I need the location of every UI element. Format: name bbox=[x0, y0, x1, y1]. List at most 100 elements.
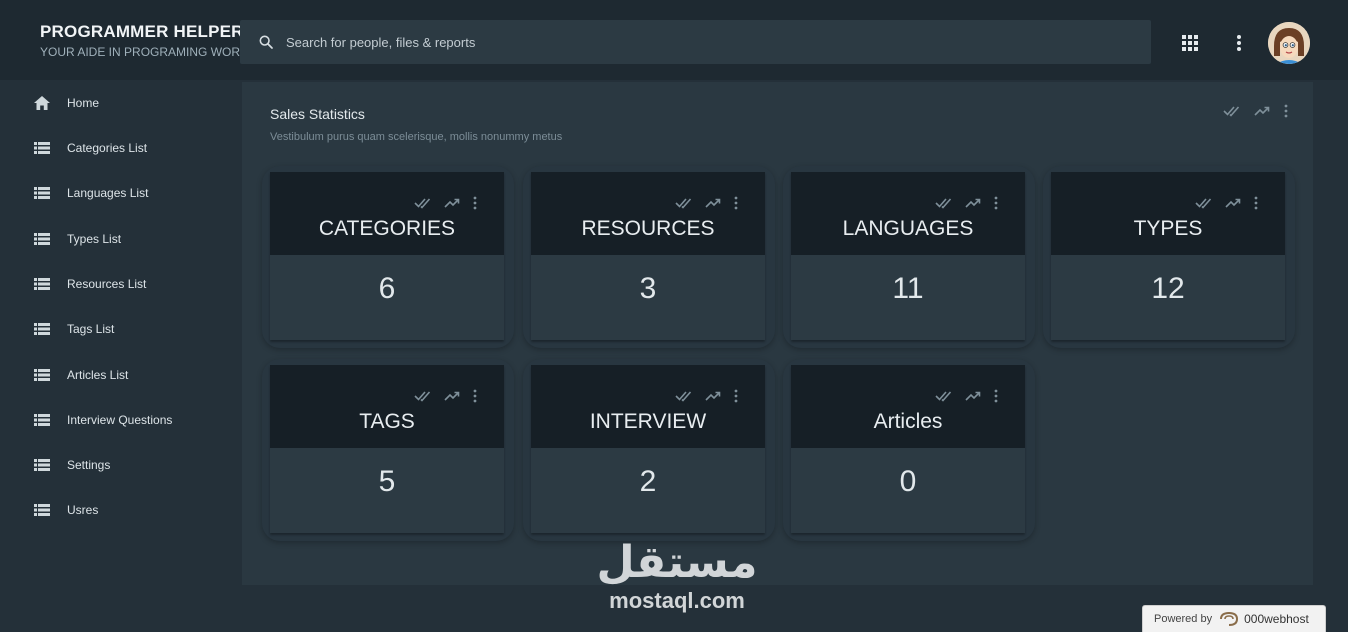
avatar[interactable] bbox=[1268, 22, 1310, 64]
more-vert-icon[interactable] bbox=[1283, 104, 1289, 118]
card-body: RESOURCES 3 bbox=[531, 172, 765, 340]
card-title: Articles bbox=[873, 410, 943, 433]
more-vert-icon[interactable] bbox=[993, 196, 999, 210]
stat-card-articles[interactable]: Articles 0 bbox=[783, 359, 1035, 541]
more-vert-icon[interactable] bbox=[733, 389, 739, 403]
card-body: TAGS 5 bbox=[270, 365, 504, 533]
list-icon bbox=[34, 369, 50, 381]
brand-subtitle: YOUR AIDE IN PROGRAMING WORLD bbox=[40, 45, 256, 59]
done-all-icon[interactable] bbox=[935, 390, 953, 402]
card-value: 12 bbox=[1151, 272, 1185, 305]
done-all-icon[interactable] bbox=[935, 197, 953, 209]
card-header: TYPES bbox=[1051, 172, 1285, 255]
card-value: 3 bbox=[639, 272, 657, 305]
done-all-icon[interactable] bbox=[675, 390, 693, 402]
done-all-icon[interactable] bbox=[1195, 197, 1213, 209]
more-vert-icon[interactable] bbox=[472, 196, 478, 210]
top-bar: PROGRAMMER HELPER YOUR AIDE IN PROGRAMIN… bbox=[0, 0, 1348, 80]
card-value: 11 bbox=[892, 272, 924, 305]
sidebar-item-categories[interactable]: Categories List bbox=[0, 130, 240, 166]
sales-statistics-panel: Sales Statistics Vestibulum purus quam s… bbox=[242, 82, 1313, 585]
sidebar-item-resources[interactable]: Resources List bbox=[0, 266, 240, 302]
more-vert-icon[interactable] bbox=[1231, 34, 1247, 52]
card-value: 6 bbox=[378, 272, 396, 305]
powered-by-label: Powered by bbox=[1154, 613, 1213, 625]
sidebar-item-label: Settings bbox=[67, 458, 111, 472]
card-actions bbox=[935, 196, 999, 210]
watermark-arabic: مستقل bbox=[596, 537, 758, 588]
apps-grid-icon[interactable] bbox=[1182, 35, 1198, 51]
trending-up-icon[interactable] bbox=[444, 390, 460, 402]
sidebar-item-label: Resources List bbox=[67, 277, 147, 291]
card-header: CATEGORIES bbox=[270, 172, 504, 255]
host-logo-icon bbox=[1220, 611, 1239, 626]
search-input[interactable] bbox=[286, 34, 1106, 50]
sidebar-item-label: Tags List bbox=[67, 322, 115, 336]
stat-card-resources[interactable]: RESOURCES 3 bbox=[523, 166, 775, 348]
stat-card-interview[interactable]: INTERVIEW 2 bbox=[523, 359, 775, 541]
card-title: RESOURCES bbox=[581, 217, 715, 240]
sidebar: Home Categories List Languages List Type… bbox=[0, 80, 240, 632]
sidebar-item-label: Home bbox=[67, 96, 100, 110]
card-actions bbox=[675, 389, 739, 403]
list-icon bbox=[34, 323, 50, 335]
sidebar-item-tags[interactable]: Tags List bbox=[0, 311, 240, 347]
sidebar-item-label: Articles List bbox=[67, 368, 129, 382]
sidebar-item-interview-questions[interactable]: Interview Questions bbox=[0, 402, 240, 438]
sidebar-item-users[interactable]: Usres bbox=[0, 492, 240, 528]
card-body: LANGUAGES 11 bbox=[791, 172, 1025, 340]
trending-up-icon[interactable] bbox=[1254, 105, 1270, 117]
done-all-icon[interactable] bbox=[414, 197, 432, 209]
trending-up-icon[interactable] bbox=[705, 197, 721, 209]
sidebar-item-languages[interactable]: Languages List bbox=[0, 175, 240, 211]
stat-card-types[interactable]: TYPES 12 bbox=[1043, 166, 1295, 348]
sidebar-item-label: Languages List bbox=[67, 186, 149, 200]
more-vert-icon[interactable] bbox=[733, 196, 739, 210]
trending-up-icon[interactable] bbox=[965, 197, 981, 209]
card-actions bbox=[414, 389, 478, 403]
list-icon bbox=[34, 459, 50, 471]
card-title: CATEGORIES bbox=[318, 217, 456, 240]
sidebar-item-types[interactable]: Types List bbox=[0, 221, 240, 257]
list-icon bbox=[34, 187, 50, 199]
card-header: LANGUAGES bbox=[791, 172, 1025, 255]
more-vert-icon[interactable] bbox=[472, 389, 478, 403]
trending-up-icon[interactable] bbox=[1225, 197, 1241, 209]
list-icon bbox=[34, 504, 50, 516]
list-icon bbox=[34, 233, 50, 245]
done-all-icon[interactable] bbox=[675, 197, 693, 209]
card-title: INTERVIEW bbox=[589, 410, 707, 433]
panel-title: Sales Statistics bbox=[270, 106, 365, 122]
card-header: RESOURCES bbox=[531, 172, 765, 255]
stat-card-tags[interactable]: TAGS 5 bbox=[262, 359, 514, 541]
more-vert-icon[interactable] bbox=[993, 389, 999, 403]
trending-up-icon[interactable] bbox=[444, 197, 460, 209]
more-vert-icon[interactable] bbox=[1253, 196, 1259, 210]
avatar-icon bbox=[1268, 22, 1310, 64]
stat-card-categories[interactable]: CATEGORIES 6 bbox=[262, 166, 514, 348]
done-all-icon[interactable] bbox=[1223, 105, 1241, 117]
watermark-latin: mostaql.com bbox=[609, 588, 745, 613]
powered-by-badge[interactable]: Powered by 000webhost bbox=[1142, 605, 1326, 632]
done-all-icon[interactable] bbox=[414, 390, 432, 402]
card-body: TYPES 12 bbox=[1051, 172, 1285, 340]
list-icon bbox=[34, 278, 50, 290]
watermark: مستقل mostaql.com bbox=[592, 540, 762, 614]
sidebar-item-home[interactable]: Home bbox=[0, 85, 240, 121]
sidebar-item-settings[interactable]: Settings bbox=[0, 447, 240, 483]
card-header: TAGS bbox=[270, 365, 504, 448]
trending-up-icon[interactable] bbox=[965, 390, 981, 402]
stat-card-languages[interactable]: LANGUAGES 11 bbox=[783, 166, 1035, 348]
card-actions bbox=[414, 196, 478, 210]
card-value: 2 bbox=[639, 465, 657, 498]
card-body: INTERVIEW 2 bbox=[531, 365, 765, 533]
list-icon bbox=[34, 142, 50, 154]
sidebar-item-articles[interactable]: Articles List bbox=[0, 357, 240, 393]
card-value: 5 bbox=[378, 465, 396, 498]
trending-up-icon[interactable] bbox=[705, 390, 721, 402]
card-actions bbox=[935, 389, 999, 403]
card-header: INTERVIEW bbox=[531, 365, 765, 448]
sidebar-item-label: Interview Questions bbox=[67, 413, 173, 427]
brand[interactable]: PROGRAMMER HELPER YOUR AIDE IN PROGRAMIN… bbox=[40, 22, 255, 59]
card-header: Articles bbox=[791, 365, 1025, 448]
